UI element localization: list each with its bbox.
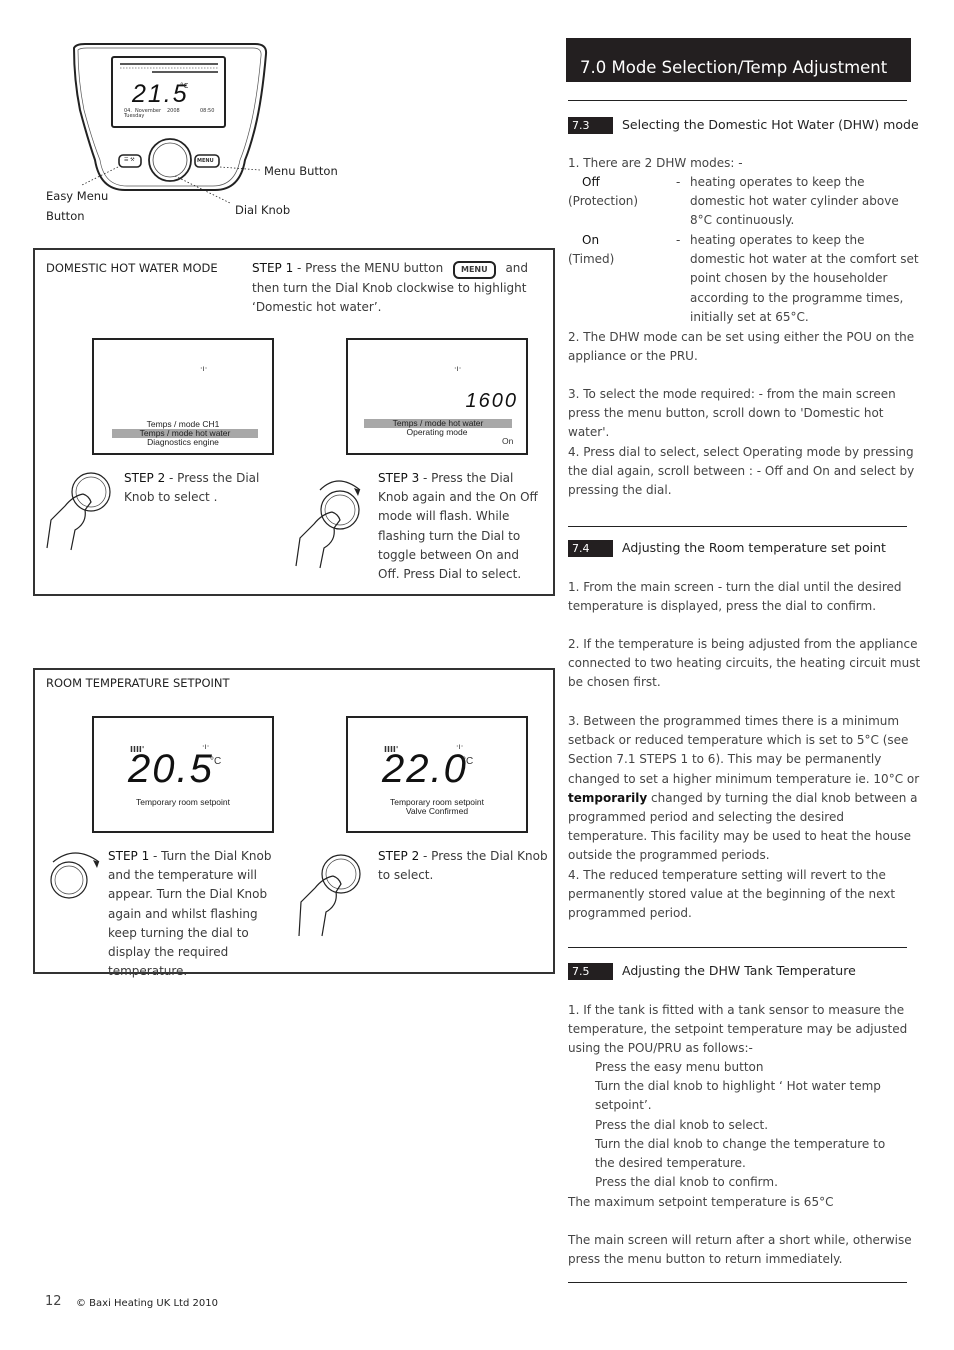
mode-desc: heating operates to keep the domestic ho… <box>690 175 899 228</box>
dhw-mode-panel: DOMESTIC HOT WATER MODE STEP 1 - Press t… <box>33 248 555 596</box>
hand-press-dial-icon <box>298 854 361 937</box>
dhw-step3: STEP 3 - Press the Dial Knob again and t… <box>378 469 543 584</box>
section-7-4-p2: 2. If the temperature is being adjusted … <box>568 637 921 690</box>
room-temperature-panel: ROOM TEMPERATURE SETPOINT IIII' ·ı· 20.5… <box>33 668 555 978</box>
easy-menu-label-2: Button <box>46 209 85 223</box>
dhw-modes-intro: 1. There are 2 DHW modes: - <box>568 156 743 170</box>
screen-unit: °C <box>180 82 189 90</box>
dhw-step3-label: STEP 3 <box>378 471 420 485</box>
section-7-3-p4: 4. Press dial to select, select Operatin… <box>568 445 915 498</box>
mode-dash: - <box>676 175 681 189</box>
section-7-4-p3: 3. Between the programmed times there is… <box>568 712 923 866</box>
divider <box>568 947 907 948</box>
dhw-step3-text: - Press the Dial Knob again and the On O… <box>378 471 538 582</box>
screen-value: 1600 <box>465 390 518 412</box>
screen-time: 08:50 <box>200 108 215 114</box>
room-step1: STEP 1 - Turn the Dial Knob and the temp… <box>108 847 278 981</box>
room-step1-label: STEP 1 <box>108 849 150 863</box>
dhw-step1-label: STEP 1 <box>252 261 294 275</box>
menu-item: Diagnostics engine <box>147 437 219 447</box>
list-item: Press the dial knob to confirm. <box>595 1175 778 1190</box>
radio-signal-icon: ·ı· <box>454 364 462 373</box>
page-title-bar: 7.0 Mode Selection/Temp Adjustment <box>566 38 911 82</box>
dial-knob[interactable] <box>151 141 189 179</box>
menu-button-label: Menu Button <box>264 164 338 178</box>
dhw-step1-text-a: - Press the MENU button <box>293 261 444 275</box>
list-item: Press the dial knob to select. <box>595 1117 769 1132</box>
device-diagram: 21.5 °C 04. November 2008 08:50 Tuesday … <box>40 40 360 230</box>
screen-caption: Temporary room setpoint <box>135 797 230 807</box>
p3-text-a: 3. Between the programmed times there is… <box>568 714 920 786</box>
mode-sub: (Protection) <box>568 194 639 208</box>
page-number: 12 <box>45 1294 62 1309</box>
section-7-4-title: Adjusting the Room temperature set point <box>622 540 886 555</box>
screen-unit: °C <box>462 756 474 767</box>
section-7-5-title: Adjusting the DHW Tank Temperature <box>622 963 856 978</box>
mode-desc: heating operates to keep the domestic ho… <box>690 233 919 324</box>
divider <box>568 1282 907 1283</box>
divider <box>568 100 907 101</box>
dhw-step1: STEP 1 - Press the MENU button MENU and … <box>252 259 547 317</box>
list-item: Press the easy menu button <box>595 1060 764 1074</box>
return-note: The main screen will return after a shor… <box>568 1233 912 1267</box>
mode-name: On <box>582 233 600 247</box>
radio-signal-icon: ·ı· <box>200 364 208 373</box>
dhw-step1-text-c: turn the Dial Knob clockwise to highligh… <box>252 281 527 315</box>
hand-press-dial-icon <box>46 472 111 551</box>
copyright: © Baxi Heating UK Ltd 2010 <box>76 1298 218 1309</box>
mode-dash: - <box>676 233 681 247</box>
menu-key[interactable]: MENU <box>197 158 214 164</box>
screen-value: 20.5 <box>128 747 214 791</box>
section-7-3-p3: 3. To select the mode required: - from t… <box>568 387 896 440</box>
room-lcd-screen-2: IIII' ·ı· 22.0 °C Temporary room setpoin… <box>346 716 528 833</box>
section-7-3-title: Selecting the Domestic Hot Water (DHW) m… <box>622 117 919 132</box>
dhw-step2-label: STEP 2 <box>124 471 166 485</box>
section-7-3-number: 7.3 <box>568 117 613 134</box>
mode-name: Off <box>582 175 600 189</box>
easy-menu-label-1: Easy Menu <box>46 189 109 203</box>
menu-item: Operating mode <box>406 427 468 437</box>
flashing-value: On <box>502 436 514 446</box>
screen-date-year: 2008 <box>167 108 180 114</box>
section-7-3-p2: 2. The DHW mode can be set using either … <box>568 330 915 364</box>
list-item: Turn the dial knob to change the tempera… <box>595 1136 886 1171</box>
room-lcd-screen-1: IIII' ·ı· 20.5 °C Temporary room setpoin… <box>92 716 274 833</box>
room-panel-title: ROOM TEMPERATURE SETPOINT <box>46 676 230 690</box>
section-7-4-p4: 4. The reduced temperature setting will … <box>568 868 896 921</box>
screen-weekday: Tuesday <box>124 113 145 119</box>
divider <box>568 526 907 527</box>
dhw-lcd-screen-1: ·ı· Temps / mode CH1 Temps / mode hot wa… <box>92 338 274 455</box>
section-7-5-p1: 1. If the tank is fitted with a tank sen… <box>568 1003 908 1056</box>
max-setpoint-note: The maximum setpoint temperature is 65°C <box>568 1195 834 1209</box>
section-7-5-number: 7.5 <box>568 963 613 980</box>
easy-menu-key[interactable]: ☰ ⚒ <box>124 157 135 163</box>
dhw-lcd-screen-2: ·ı· 1600 Temps / mode hot water Operatin… <box>346 338 528 455</box>
room-step1-text: - Turn the Dial Knob and the temperature… <box>108 849 272 979</box>
section-7-4-p1: 1. From the main screen - turn the dial … <box>568 580 902 614</box>
dial-knob-label: Dial Knob <box>235 203 291 217</box>
list-item: Turn the dial knob to highlight ‘ Hot wa… <box>595 1079 881 1113</box>
room-step2-label: STEP 2 <box>378 849 420 863</box>
screen-caption: Valve Confirmed <box>405 806 469 816</box>
section-7-5-steps: Press the easy menu button Turn the dial… <box>568 1058 923 1192</box>
room-step2: STEP 2 - Press the Dial Knob to select. <box>378 847 548 885</box>
section-7-4-number: 7.4 <box>568 540 613 557</box>
mode-sub: (Timed) <box>568 252 615 266</box>
p3-bold: temporarily <box>568 790 648 805</box>
dhw-panel-title: DOMESTIC HOT WATER MODE <box>46 261 218 275</box>
page-title: 7.0 Mode Selection/Temp Adjustment <box>580 58 888 77</box>
hand-turn-dial-icon <box>295 480 361 569</box>
screen-value: 22.0 <box>382 747 468 791</box>
screen-unit: °C <box>210 756 222 767</box>
dhw-step2: STEP 2 - Press the Dial Knob to select . <box>124 469 264 507</box>
menu-button-icon: MENU <box>453 261 496 279</box>
turn-dial-icon <box>50 852 100 899</box>
